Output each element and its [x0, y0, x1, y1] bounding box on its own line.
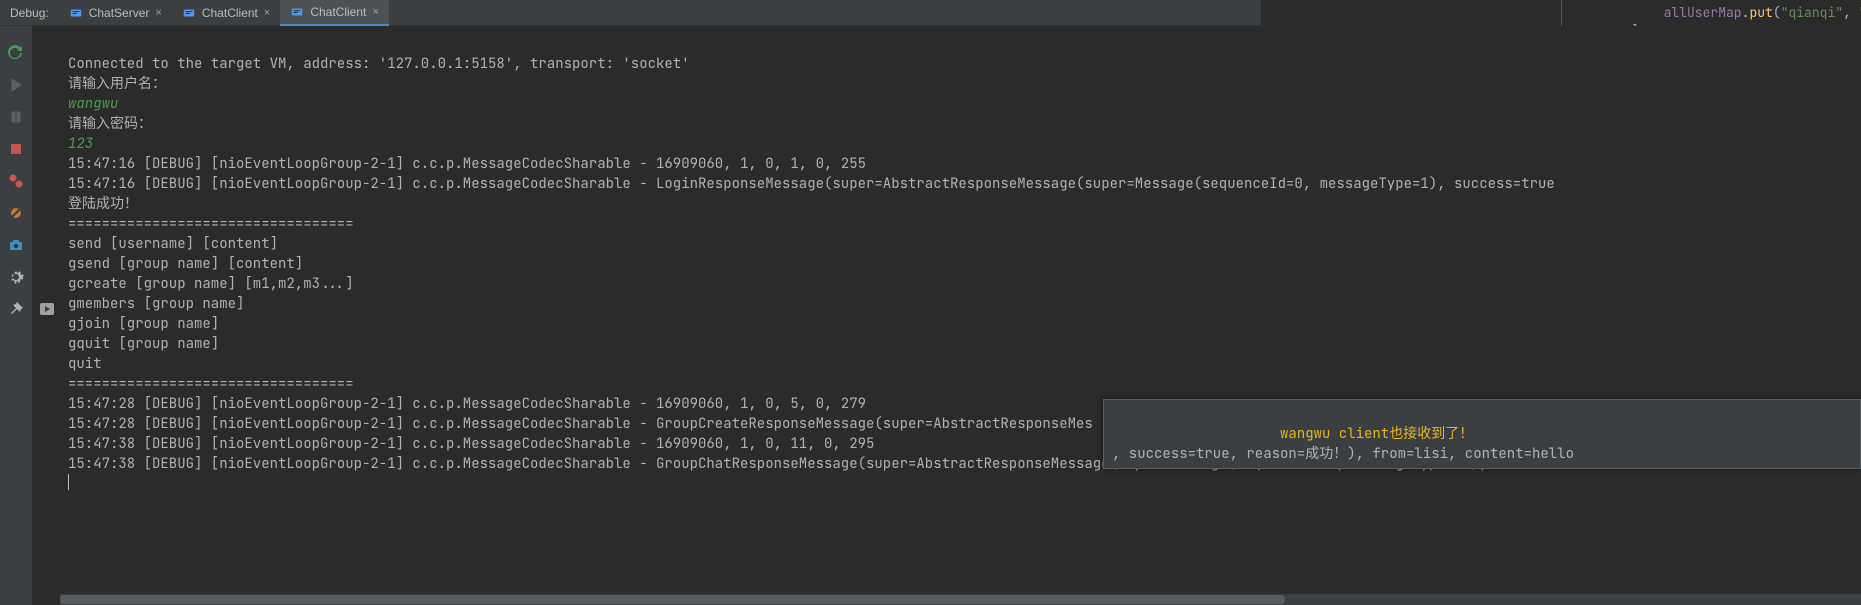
resume-icon[interactable] [7, 76, 25, 94]
code-string: "qianqi" [1781, 4, 1843, 21]
console-line: gsend [group name] [content] [68, 255, 303, 273]
settings-icon[interactable] [7, 268, 25, 286]
tab-label: ChatServer [89, 6, 150, 20]
app-icon [69, 6, 83, 20]
console-line: 15:47:28 [DEBUG] [nioEventLoopGroup-2-1]… [68, 415, 1093, 433]
app-icon [182, 6, 196, 20]
console-line: 请输入密码： [68, 115, 152, 133]
console-line: 15:47:16 [DEBUG] [nioEventLoopGroup-2-1]… [68, 175, 1555, 193]
console-line: gquit [group name] [68, 335, 219, 353]
text-caret [68, 474, 69, 490]
console-icon [40, 303, 54, 315]
console-line: ================================== [68, 375, 354, 393]
console-line: send [username] [content] [68, 235, 278, 253]
debug-tab-bar: Debug: ChatServer × ChatClient × ChatCli… [0, 0, 1261, 26]
run-tab-chatclient-1[interactable]: ChatClient × [172, 0, 280, 25]
close-icon[interactable]: × [264, 7, 270, 19]
console-line: 15:47:28 [DEBUG] [nioEventLoopGroup-2-1]… [68, 395, 866, 413]
debug-toolbar: Debugger Console [32, 26, 1262, 50]
code-paren: ( [1773, 4, 1781, 21]
annotation-tooltip: wangwu client也接收到了！, success=true, reaso… [1103, 399, 1861, 469]
console-line: wangwu [68, 95, 118, 113]
console-line: 123 [68, 135, 93, 153]
pause-icon[interactable] [7, 108, 25, 126]
stop-icon[interactable] [7, 140, 25, 158]
console-line: ================================== [68, 215, 354, 233]
console-line: gmembers [group name] [68, 295, 244, 313]
run-tab-chatclient-2[interactable]: ChatClient × [280, 0, 388, 26]
console-line: 15:47:16 [DEBUG] [nioEventLoopGroup-2-1]… [68, 155, 866, 173]
scrollbar-thumb[interactable] [60, 595, 1285, 604]
work-area: Debugger Console Connected to the target… [32, 26, 1861, 605]
annotation-text: wangwu client也接收到了！ [1112, 424, 1852, 444]
horizontal-scrollbar[interactable] [60, 594, 1861, 605]
code-fn: put [1749, 4, 1772, 21]
console-output-wrap: Connected to the target VM, address: '12… [60, 50, 1861, 605]
tab-label: ChatClient [310, 5, 366, 19]
debug-label: Debug: [0, 6, 59, 20]
console-line: Connected to the target VM, address: '12… [68, 55, 690, 73]
tab-label: ChatClient [202, 6, 258, 20]
mute-breakpoints-icon[interactable] [7, 204, 25, 222]
tooltip-body: , success=true, reason=成功！), from=lisi, … [1112, 445, 1574, 463]
camera-icon[interactable] [7, 236, 25, 254]
console-line: 15:47:38 [DEBUG] [nioEventLoopGroup-2-1]… [68, 435, 874, 453]
console-line: gcreate [group name] [m1,m2,m3...] [68, 275, 354, 293]
console-line: quit [68, 355, 102, 373]
pin-icon[interactable] [7, 300, 25, 318]
console-output[interactable]: Connected to the target VM, address: '12… [60, 50, 1861, 605]
code-var: allUserMap [1664, 4, 1742, 21]
rerun-icon[interactable] [7, 44, 25, 62]
console-line: gjoin [group name] [68, 315, 219, 333]
close-icon[interactable]: × [372, 6, 378, 18]
console-line: 登陆成功！ [68, 195, 138, 213]
console-line: 请输入用户名： [68, 75, 166, 93]
debugger-gutter [0, 26, 32, 605]
close-icon[interactable]: × [155, 7, 161, 19]
app-icon [290, 5, 304, 19]
run-tab-chatserver[interactable]: ChatServer × [59, 0, 172, 25]
view-breakpoints-icon[interactable] [7, 172, 25, 190]
code-comma: , [1843, 4, 1859, 21]
